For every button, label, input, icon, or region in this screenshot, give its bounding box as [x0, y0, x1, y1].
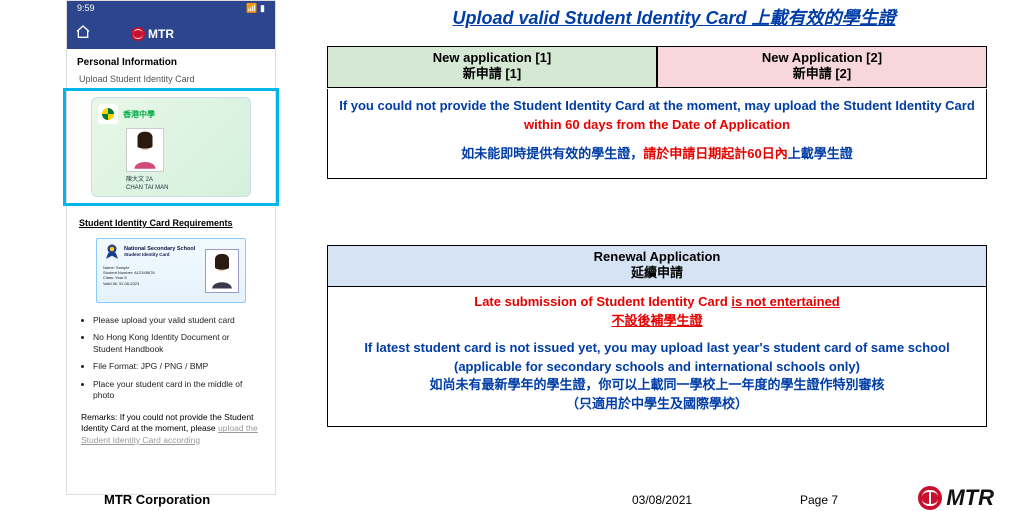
renewal-hdr-en: Renewal Application: [328, 249, 986, 265]
new-app-2-zh: 新申請 [2]: [658, 66, 986, 82]
upload-label: Upload Student Identity Card: [79, 74, 263, 84]
renewal-l1b: is not entertained: [731, 294, 839, 309]
mtr-logo-icon: [131, 27, 145, 41]
mtr-logo-icon: [918, 486, 942, 510]
card-student-name1: 陳大文 2A: [126, 174, 244, 183]
new-application-body: If you could not provide the Student Ide…: [327, 89, 987, 179]
renewal-l3: If latest student card is not issued yet…: [336, 339, 978, 377]
sample-card: National Secondary School Student Identi…: [96, 238, 246, 303]
new-app-2-en: New Application [2]: [658, 50, 986, 66]
new-body-l2c: 上載學生證: [788, 146, 853, 161]
section-personal-info: Personal Information: [67, 49, 275, 74]
renewal-body: Late submission of Student Identity Card…: [327, 287, 987, 427]
new-body-l1b: within 60 days from the Date of Applicat…: [524, 117, 790, 132]
footer-brand: MTR: [946, 485, 994, 511]
phone-time: 9:59: [77, 3, 95, 19]
requirements-list: Please upload your valid student card No…: [67, 309, 275, 402]
student-face-icon: [126, 128, 164, 172]
new-app-1-en: New application [1]: [328, 50, 656, 66]
footer-corp: MTR Corporation: [104, 492, 210, 507]
list-item: Please upload your valid student card: [93, 315, 261, 326]
phone-status-bar: 9:59 📶 ▮: [67, 1, 275, 19]
card-student-name2: CHAN TAI MAN: [126, 185, 244, 191]
sample-student-face-icon: [205, 249, 239, 293]
renewal-l4: 如尚未有最新學年的學生證，你可以上載同一學校上一年度的學生證作特別審核: [336, 376, 978, 395]
footer-mtr-logo: MTR: [918, 485, 994, 511]
school-badge-icon: [98, 104, 118, 124]
page-title: Upload valid Student Identity Card 上載有效的…: [340, 4, 1008, 30]
new-app-1-zh: 新申請 [1]: [328, 66, 656, 82]
sample-card-sub: Student Identity Card: [124, 252, 195, 257]
upload-student-card-area: Upload Student Identity Card 香港中學 陳大文 2A…: [79, 74, 263, 206]
mtr-header-text: MTR: [148, 27, 174, 41]
footer-page: Page 7: [800, 493, 838, 507]
student-card-preview[interactable]: 香港中學 陳大文 2A CHAN TAI MAN: [91, 97, 251, 197]
renewal-l5: （只適用於中學生及國際學校）: [336, 395, 978, 414]
sample-badge-icon: [103, 243, 121, 261]
footer-date: 03/08/2021: [632, 493, 692, 507]
new-body-l1a: If you could not provide the Student Ide…: [339, 98, 975, 113]
mtr-header-logo: MTR: [131, 27, 174, 41]
renewal-hdr-zh: 延續申請: [328, 265, 986, 281]
new-application-headers: New application [1] 新申請 [1] New Applicat…: [327, 46, 987, 88]
renewal-l1a: Late submission of Student Identity Card: [474, 294, 731, 309]
phone-screenshot: 9:59 📶 ▮ MTR Personal Information Upload…: [66, 0, 276, 495]
phone-status-icons: 📶 ▮: [246, 3, 265, 19]
list-item: File Format: JPG / PNG / BMP: [93, 361, 261, 372]
app-header: MTR: [67, 19, 275, 49]
list-item: Place your student card in the middle of…: [93, 379, 261, 402]
new-app-2-header: New Application [2] 新申請 [2]: [657, 46, 987, 88]
new-body-l2b: 請於申請日期起計60日內: [643, 146, 787, 161]
new-app-1-header: New application [1] 新申請 [1]: [327, 46, 657, 88]
requirements-title: Student Identity Card Requirements: [67, 206, 275, 234]
renewal-header: Renewal Application 延續申請: [327, 245, 987, 287]
sample-meta-valid: Valid till: 31-08-2023: [103, 281, 199, 286]
list-item: No Hong Kong Identity Document or Studen…: [93, 332, 261, 355]
school-name: 香港中學: [123, 109, 155, 120]
renewal-l2: 不設後補學生證: [336, 312, 978, 331]
card-preview-highlight: 香港中學 陳大文 2A CHAN TAI MAN: [63, 88, 279, 206]
remarks-text: Remarks: If you could not provide the St…: [67, 408, 275, 450]
new-body-l2a: 如未能即時提供有效的學生證，: [461, 146, 643, 161]
home-icon[interactable]: [75, 24, 91, 45]
